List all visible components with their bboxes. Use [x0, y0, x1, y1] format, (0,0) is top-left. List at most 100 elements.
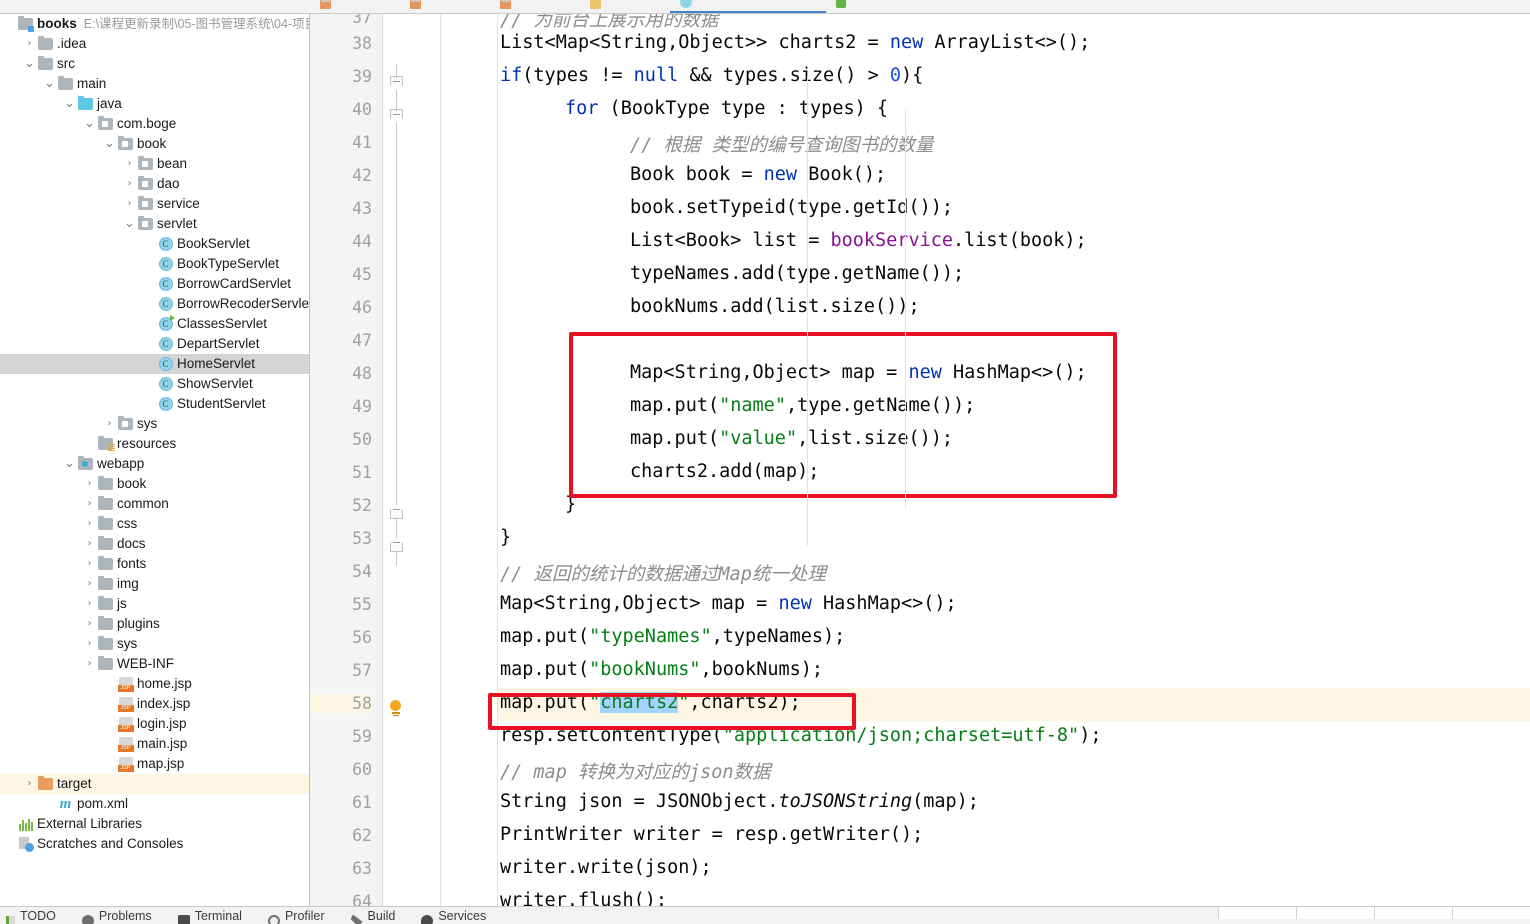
code-text[interactable]: for (BookType type : types) {: [565, 98, 888, 119]
code-text[interactable]: writer.write(json);: [500, 857, 712, 878]
code-line-50[interactable]: 50 map.put("value",list.size());: [310, 424, 1530, 457]
tree-item-borrowcardservlet[interactable]: C BorrowCardServlet: [0, 274, 309, 294]
code-line-47[interactable]: 47: [310, 325, 1530, 358]
tree-item-fonts[interactable]: › fonts: [0, 554, 309, 574]
code-line-41[interactable]: 41 // 根据 类型的编号查询图书的数量: [310, 127, 1530, 160]
chevron-right-icon[interactable]: ›: [22, 34, 37, 54]
chevron-down-icon[interactable]: ⌄: [122, 214, 137, 234]
tree-item-book[interactable]: ⌄ book: [0, 134, 309, 154]
tool-window-button-profiler[interactable]: Profiler: [267, 907, 325, 924]
fold-marker-open-39[interactable]: [390, 76, 403, 91]
tree-item-scratches-and-consoles[interactable]: Scratches and Consoles: [0, 834, 309, 854]
code-line-49[interactable]: 49 map.put("name",type.getName());: [310, 391, 1530, 424]
editor-tab-3[interactable]: [580, 0, 670, 13]
tool-window-button-problems[interactable]: Problems: [81, 907, 152, 924]
code-text[interactable]: bookNums.add(list.size());: [630, 296, 920, 317]
code-line-63[interactable]: 63 writer.write(json);: [310, 853, 1530, 886]
code-line-40[interactable]: 40 for (BookType type : types) {: [310, 94, 1530, 127]
tree-item-java[interactable]: ⌄ java: [0, 94, 309, 114]
tree-item-src[interactable]: ⌄ src: [0, 54, 309, 74]
code-text[interactable]: }: [500, 527, 511, 548]
tree-item-docs[interactable]: › docs: [0, 534, 309, 554]
editor-tab-0[interactable]: [310, 0, 400, 13]
chevron-right-icon[interactable]: ›: [82, 594, 97, 614]
chevron-down-icon[interactable]: ⌄: [62, 454, 77, 474]
editor-tab-1[interactable]: [400, 0, 490, 13]
tree-item-service[interactable]: › service: [0, 194, 309, 214]
code-line-51[interactable]: 51 charts2.add(map);: [310, 457, 1530, 490]
editor-tab-2[interactable]: [490, 0, 580, 13]
tree-item-home-jsp[interactable]: home.jsp: [0, 674, 309, 694]
code-line-38[interactable]: 38 List<Map<String,Object>> charts2 = new…: [310, 28, 1530, 61]
tree-item-js[interactable]: › js: [0, 594, 309, 614]
tree-item-sys[interactable]: › sys: [0, 634, 309, 654]
chevron-right-icon[interactable]: ›: [122, 174, 137, 194]
tree-item-com-boge[interactable]: ⌄ com.boge: [0, 114, 309, 134]
tree-item-showservlet[interactable]: C ShowServlet: [0, 374, 309, 394]
code-text[interactable]: PrintWriter writer = resp.getWriter();: [500, 824, 923, 845]
tree-item-external-libraries[interactable]: External Libraries: [0, 814, 309, 834]
project-tree-panel[interactable]: booksE:\课程更新录制\05-图书管理系统\04-项目代码›.idea⌄s…: [0, 14, 310, 906]
chevron-right-icon[interactable]: ›: [82, 534, 97, 554]
tool-window-button-build[interactable]: Build: [350, 907, 395, 924]
code-text[interactable]: if(types != null && types.size() > 0){: [500, 65, 923, 86]
chevron-right-icon[interactable]: ›: [82, 494, 97, 514]
chevron-right-icon[interactable]: ›: [122, 154, 137, 174]
code-text[interactable]: // map 转换为对应的json数据: [500, 758, 771, 784]
code-line-45[interactable]: 45 typeNames.add(type.getName());: [310, 259, 1530, 292]
code-text[interactable]: List<Map<String,Object>> charts2 = new A…: [500, 32, 1090, 53]
code-text[interactable]: Map<String,Object> map = new HashMap<>()…: [500, 593, 957, 614]
tree-item-homeservlet[interactable]: C HomeServlet: [0, 354, 309, 374]
editor-tab-5[interactable]: [826, 0, 915, 13]
tree-item-main-jsp[interactable]: main.jsp: [0, 734, 309, 754]
fold-marker-close-53[interactable]: [390, 537, 403, 552]
tree-item--idea[interactable]: › .idea: [0, 34, 309, 54]
tree-item-resources[interactable]: resources: [0, 434, 309, 454]
code-text[interactable]: // 返回的统计的数据通过Map统一处理: [500, 560, 826, 586]
code-line-62[interactable]: 62 PrintWriter writer = resp.getWriter();: [310, 820, 1530, 853]
code-line-37[interactable]: 37// 为前台上展示用的数据: [310, 14, 1530, 31]
tree-item-web-inf[interactable]: › WEB-INF: [0, 654, 309, 674]
code-text[interactable]: charts2.add(map);: [630, 461, 819, 482]
tree-item-img[interactable]: › img: [0, 574, 309, 594]
tree-item-books[interactable]: books E:\课程更新录制\05-图书管理系统\04-项目代码: [0, 14, 309, 34]
chevron-right-icon[interactable]: ›: [82, 654, 97, 674]
chevron-right-icon[interactable]: ›: [82, 514, 97, 534]
editor-tab-4[interactable]: [670, 0, 826, 13]
chevron-down-icon[interactable]: ⌄: [42, 74, 57, 94]
code-text[interactable]: Map<String,Object> map = new HashMap<>()…: [630, 362, 1087, 383]
chevron-right-icon[interactable]: ›: [122, 194, 137, 214]
tree-item-studentservlet[interactable]: C StudentServlet: [0, 394, 309, 414]
tree-item-target[interactable]: › target: [0, 774, 309, 794]
chevron-down-icon[interactable]: ⌄: [82, 114, 97, 134]
code-text[interactable]: map.put("charts2",charts2);: [500, 692, 801, 713]
fold-marker-open-40[interactable]: [390, 109, 403, 124]
tree-item-classesservlet[interactable]: C ClassesServlet: [0, 314, 309, 334]
code-text[interactable]: Book book = new Book();: [630, 164, 886, 185]
code-text[interactable]: // 根据 类型的编号查询图书的数量: [630, 131, 934, 157]
code-text[interactable]: typeNames.add(type.getName());: [630, 263, 964, 284]
code-line-56[interactable]: 56 map.put("typeNames",typeNames);: [310, 622, 1530, 655]
chevron-right-icon[interactable]: ›: [82, 634, 97, 654]
tool-window-button-terminal[interactable]: Terminal: [177, 907, 242, 924]
code-text[interactable]: map.put("typeNames",typeNames);: [500, 626, 845, 647]
editor-tab-strip[interactable]: [0, 0, 1530, 14]
code-line-64[interactable]: 64 writer.flush();: [310, 886, 1530, 906]
tree-item-servlet[interactable]: ⌄ servlet: [0, 214, 309, 234]
chevron-right-icon[interactable]: ›: [22, 774, 37, 794]
chevron-right-icon[interactable]: ›: [82, 554, 97, 574]
tree-item-pom-xml[interactable]: m pom.xml: [0, 794, 309, 814]
bottom-tool-window-bar[interactable]: TODO Problems Terminal Profiler Build Service…: [0, 906, 1530, 924]
code-text[interactable]: resp.setContentType("application/json;ch…: [500, 725, 1101, 746]
code-line-57[interactable]: 57 map.put("bookNums",bookNums);: [310, 655, 1530, 688]
tree-item-plugins[interactable]: › plugins: [0, 614, 309, 634]
code-line-58[interactable]: 58 map.put("charts2",charts2);: [310, 688, 1530, 721]
tree-item-booktypeservlet[interactable]: C BookTypeServlet: [0, 254, 309, 274]
code-line-39[interactable]: 39 if(types != null && types.size() > 0){: [310, 61, 1530, 94]
tree-item-book[interactable]: › book: [0, 474, 309, 494]
code-text[interactable]: List<Book> list = bookService.list(book)…: [630, 230, 1087, 251]
chevron-right-icon[interactable]: ›: [82, 474, 97, 494]
fold-marker-close-52[interactable]: [390, 504, 403, 519]
tool-window-button-services[interactable]: Services: [421, 907, 486, 924]
code-line-42[interactable]: 42 Book book = new Book();: [310, 160, 1530, 193]
